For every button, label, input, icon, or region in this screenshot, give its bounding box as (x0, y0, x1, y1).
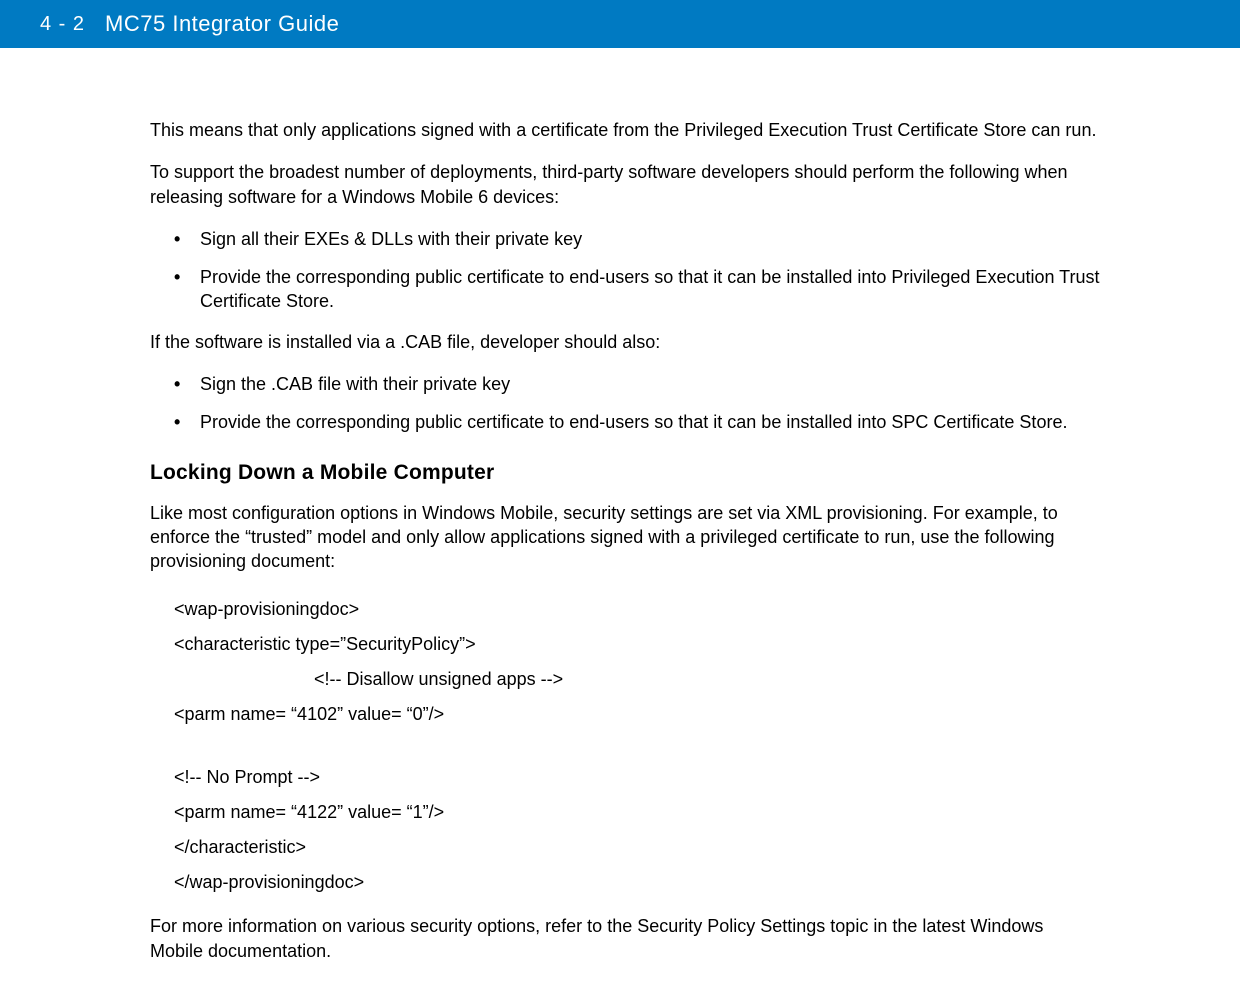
code-line: <parm name= “4102” value= “0”/> (174, 697, 1100, 732)
paragraph: This means that only applications signed… (150, 118, 1100, 142)
code-line: </characteristic> (174, 830, 1100, 865)
bullet-list: Sign all their EXEs & DLLs with their pr… (150, 227, 1100, 314)
section-heading: Locking Down a Mobile Computer (150, 461, 1100, 485)
list-item: Sign the .CAB file with their private ke… (150, 372, 1100, 396)
paragraph: To support the broadest number of deploy… (150, 160, 1100, 209)
page-number: 4 - 2 (40, 13, 85, 36)
code-line: <parm name= “4122” value= “1”/> (174, 795, 1100, 830)
code-line: <!-- No Prompt --> (174, 760, 1100, 795)
code-block: <wap-provisioningdoc> <characteristic ty… (174, 592, 1100, 901)
bullet-list: Sign the .CAB file with their private ke… (150, 372, 1100, 435)
code-line: <!-- Disallow unsigned apps --> (174, 662, 1100, 697)
list-item: Provide the corresponding public certifi… (150, 410, 1100, 434)
code-line: </wap-provisioningdoc> (174, 865, 1100, 900)
paragraph: For more information on various security… (150, 914, 1100, 963)
code-line: <characteristic type=”SecurityPolicy”> (174, 627, 1100, 662)
code-blank-line (174, 732, 1100, 760)
code-line: <wap-provisioningdoc> (174, 592, 1100, 627)
page-header: 4 - 2 MC75 Integrator Guide (0, 0, 1240, 48)
doc-title: MC75 Integrator Guide (105, 11, 339, 37)
list-item: Sign all their EXEs & DLLs with their pr… (150, 227, 1100, 251)
list-item: Provide the corresponding public certifi… (150, 265, 1100, 314)
page-content: This means that only applications signed… (0, 48, 1160, 1001)
paragraph: Like most configuration options in Windo… (150, 501, 1100, 574)
paragraph: If the software is installed via a .CAB … (150, 330, 1100, 354)
